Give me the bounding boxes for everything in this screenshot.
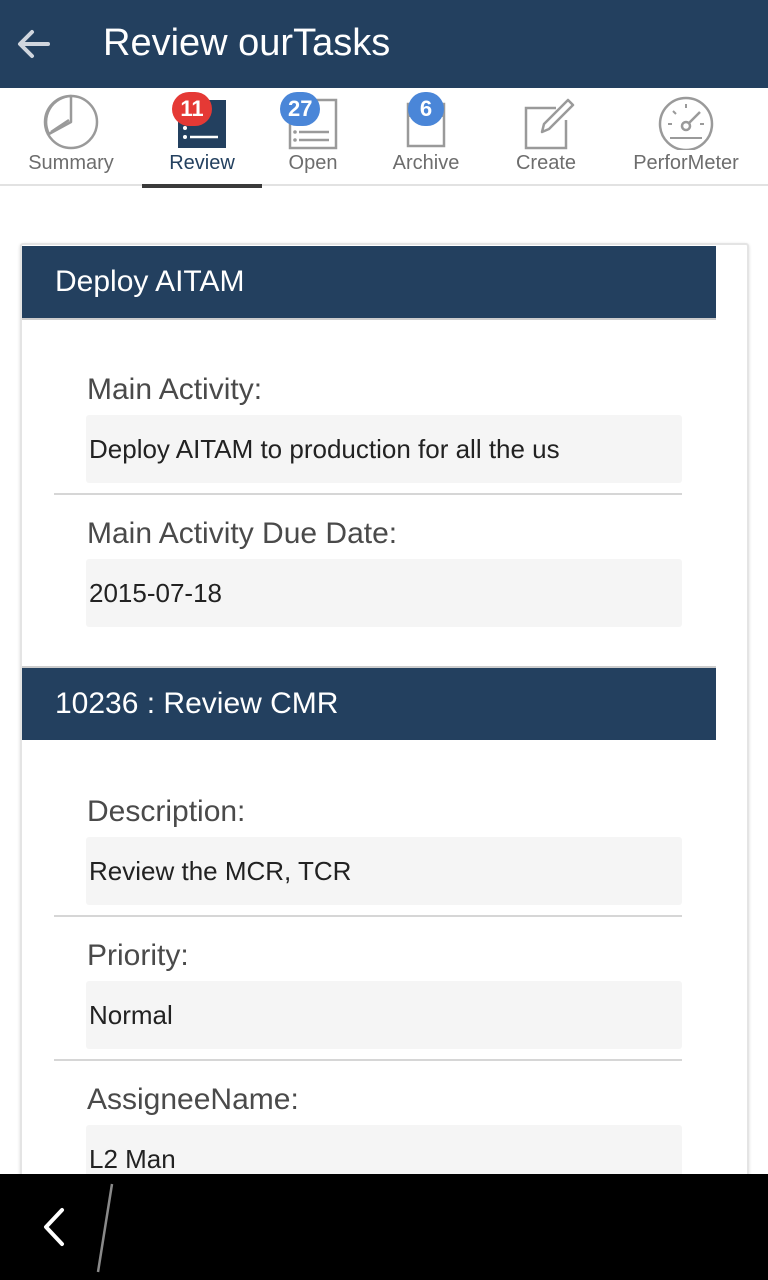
tab-summary[interactable]: Summary [8,88,134,186]
field-divider [54,915,682,917]
pie-chart-icon [43,94,99,150]
tab-archive[interactable]: 6 Archive [374,88,478,186]
main-activity-value: Deploy AITAM to production for all the u… [89,434,560,464]
tab-create-label: Create [515,152,577,174]
nav-separator [96,1183,114,1273]
review-count-badge: 11 [172,92,212,126]
due-date-field[interactable]: 2015-07-18 [86,559,682,627]
assignee-label: AssigneeName: [87,1083,299,1116]
field-divider [54,493,682,495]
header-divider [22,318,716,320]
tab-summary-label: Summary [28,152,114,174]
main-activity-label: Main Activity: [87,373,263,406]
due-date-value: 2015-07-18 [89,578,222,608]
archive-count-badge: 6 [408,92,444,126]
page-title: Review ourTasks [103,22,391,64]
tab-review-label: Review [169,152,235,174]
priority-value: Normal [89,1000,173,1030]
tab-performeter-label: PerforMeter [633,152,739,174]
edit-pencil-icon [524,98,575,150]
priority-label: Priority: [87,939,189,972]
tab-open[interactable]: 27 Open [262,88,364,186]
description-value: Review the MCR, TCR [89,856,352,886]
bottom-nav-bar [0,1174,768,1280]
arrow-left-icon[interactable] [14,24,54,64]
tab-open-label: Open [288,152,338,174]
active-tab-indicator [142,184,262,188]
main-activity-field[interactable]: Deploy AITAM to production for all the u… [86,415,682,483]
tab-bar: Summary 11 Review 27 Open 6 Archive Crea… [0,88,768,188]
description-label: Description: [87,795,246,828]
tab-archive-label: Archive [392,152,460,174]
description-field[interactable]: Review the MCR, TCR [86,837,682,905]
open-count-badge: 27 [280,92,321,126]
speedometer-icon [658,96,714,150]
app-bar: Review ourTasks [0,0,768,88]
section-header-task: 10236 : Review CMR [22,668,716,740]
priority-field[interactable]: Normal [86,981,682,1049]
task-card: Deploy AITAM Main Activity: Deploy AITAM… [20,243,749,1203]
tab-create[interactable]: Create [494,88,598,186]
tab-performeter[interactable]: PerforMeter [624,88,748,186]
section-header-activity: Deploy AITAM [22,246,716,318]
tab-review[interactable]: 11 Review [142,88,262,188]
field-divider [54,1059,682,1061]
due-date-label: Main Activity Due Date: [87,517,398,550]
chevron-left-icon[interactable] [36,1204,72,1250]
